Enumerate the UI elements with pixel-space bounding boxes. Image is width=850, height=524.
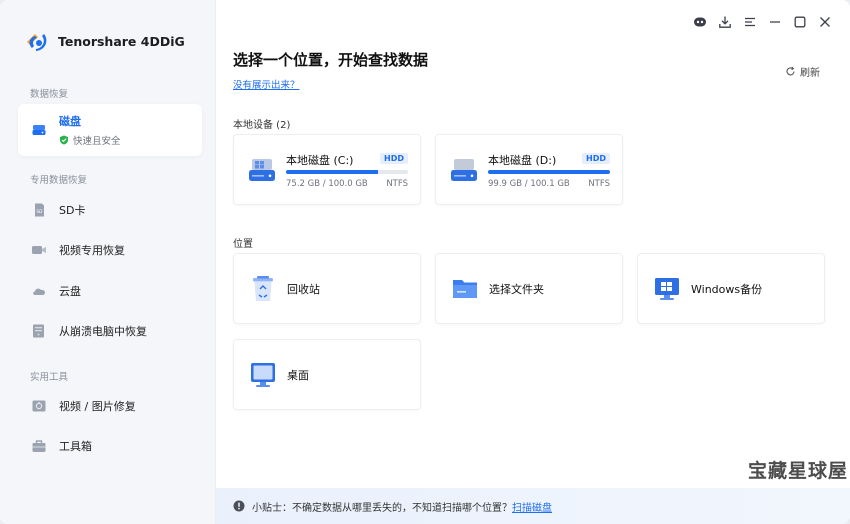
video-camera-icon <box>32 246 46 254</box>
menu-button[interactable] <box>742 14 757 29</box>
safe-note-text: 快速且安全 <box>73 136 121 147</box>
location-recycle-bin[interactable]: 回收站 <box>233 253 421 324</box>
location-heading: 位置 <box>233 239 253 250</box>
disk-card-c[interactable]: 本地磁盘 (C:) HDD 75.2 GB / 100.0 GB NTFS <box>233 134 421 205</box>
windows-backup-icon <box>655 277 679 300</box>
sidebar-item-label: 工具箱 <box>59 440 92 453</box>
hard-drive-icon <box>32 125 46 135</box>
disk-filesystem: NTFS <box>588 179 610 189</box>
refresh-icon <box>786 66 795 76</box>
refresh-button[interactable]: 刷新 <box>785 64 820 79</box>
sidebar-item-disk[interactable]: 磁盘 快速且安全 <box>18 104 202 156</box>
menu-icon <box>744 17 755 26</box>
scan-disk-link[interactable]: 扫描磁盘 <box>512 499 552 514</box>
title-bar-controls <box>692 14 832 29</box>
disk-capacity: 99.9 GB / 100.1 GB <box>488 179 570 189</box>
sidebar-item-crashed-pc[interactable]: 从崩溃电脑中恢复 <box>18 311 202 351</box>
disk-filesystem: NTFS <box>386 179 408 189</box>
not-shown-help-link[interactable]: 没有展示出来？ <box>233 77 300 91</box>
hdd-badge: HDD <box>582 153 610 164</box>
disk-card-d[interactable]: 本地磁盘 (D:) HDD 99.9 GB / 100.1 GB NTFS <box>435 134 623 205</box>
sidebar-item-label: 磁盘 <box>59 115 81 128</box>
support-bot-button[interactable] <box>692 14 707 29</box>
section-data-recovery: 数据恢复 <box>30 89 69 100</box>
location-label: Windows备份 <box>691 282 763 296</box>
location-label: 选择文件夹 <box>489 282 544 296</box>
location-windows-backup[interactable]: Windows备份 <box>637 253 825 324</box>
repair-image-icon <box>32 400 46 412</box>
maximize-icon <box>794 16 805 27</box>
location-desktop[interactable]: 桌面 <box>233 339 421 410</box>
disk-usage-fill <box>488 170 610 174</box>
sidebar-item-toolbox[interactable]: 工具箱 <box>18 426 202 466</box>
watermark: 宝藏星球屋 <box>747 460 848 482</box>
disk-usage-fill <box>286 170 378 174</box>
disk-name: 本地磁盘 (C:) <box>286 154 354 167</box>
info-icon <box>233 500 245 512</box>
disk-name: 本地磁盘 (D:) <box>488 154 557 167</box>
section-utilities: 实用工具 <box>30 372 69 383</box>
app-logo: Tenorshare 4DDiG <box>24 28 185 54</box>
minimize-button[interactable] <box>767 14 782 29</box>
computer-tower-icon <box>33 324 44 338</box>
folder-icon <box>453 279 477 298</box>
tip-bar: 小贴士：不确定数据从哪里丢失的，不知道扫描哪个位置？ 扫描磁盘 <box>216 488 850 524</box>
refresh-label: 刷新 <box>800 68 820 79</box>
sidebar-item-sd-card[interactable]: SD SD卡 <box>18 190 202 230</box>
download-button[interactable] <box>717 14 732 29</box>
close-icon <box>819 16 830 27</box>
desktop-monitor-icon <box>251 362 275 387</box>
sidebar-item-video-recovery[interactable]: 视频专用恢复 <box>18 230 202 270</box>
svg-text:SD: SD <box>36 209 43 215</box>
cloud-icon <box>33 288 46 295</box>
tip-text: 小贴士：不确定数据从哪里丢失的，不知道扫描哪个位置？ <box>252 502 512 514</box>
sidebar: Tenorshare 4DDiG 数据恢复 磁盘 快速且安全 专用数据恢复 SD… <box>0 0 216 524</box>
sidebar-item-label: SD卡 <box>59 204 86 217</box>
page-title: 选择一个位置，开始查找数据 <box>233 51 429 69</box>
tenorshare-logo-icon <box>27 34 47 51</box>
download-icon <box>718 16 731 28</box>
recycle-bin-icon <box>253 275 273 301</box>
hard-drive-icon <box>451 159 477 181</box>
minimize-icon <box>769 20 780 23</box>
safe-note: 快速且安全 <box>59 133 121 147</box>
location-label: 回收站 <box>287 282 320 296</box>
sidebar-item-cloud[interactable]: 云盘 <box>18 271 202 311</box>
close-button[interactable] <box>817 14 832 29</box>
sidebar-item-label: 视频 / 图片修复 <box>59 400 136 413</box>
disk-capacity: 75.2 GB / 100.0 GB <box>286 179 368 189</box>
section-special-recovery: 专用数据恢复 <box>30 175 88 186</box>
location-select-folder[interactable]: 选择文件夹 <box>435 253 623 324</box>
sidebar-item-label: 视频专用恢复 <box>59 244 125 257</box>
robot-icon <box>693 17 706 26</box>
sidebar-item-video-photo-repair[interactable]: 视频 / 图片修复 <box>18 386 202 426</box>
main-panel: 选择一个位置，开始查找数据 没有展示出来？ 刷新 本地设备 (2) 本地磁盘 (… <box>216 0 850 524</box>
shield-check-icon <box>60 135 68 145</box>
disk-usage-bar <box>488 170 610 174</box>
sidebar-item-label: 云盘 <box>59 285 81 298</box>
sd-card-icon: SD <box>35 203 44 217</box>
disk-usage-bar <box>286 170 408 174</box>
sidebar-item-label: 从崩溃电脑中恢复 <box>59 325 147 338</box>
app-window: Tenorshare 4DDiG 数据恢复 磁盘 快速且安全 专用数据恢复 SD… <box>0 0 850 524</box>
maximize-button[interactable] <box>792 14 807 29</box>
hard-drive-icon <box>249 159 275 181</box>
location-label: 桌面 <box>287 368 309 382</box>
toolbox-icon <box>32 440 46 452</box>
local-devices-heading: 本地设备 (2) <box>233 120 291 131</box>
app-name: Tenorshare 4DDiG <box>58 33 185 49</box>
hdd-badge: HDD <box>380 153 408 164</box>
